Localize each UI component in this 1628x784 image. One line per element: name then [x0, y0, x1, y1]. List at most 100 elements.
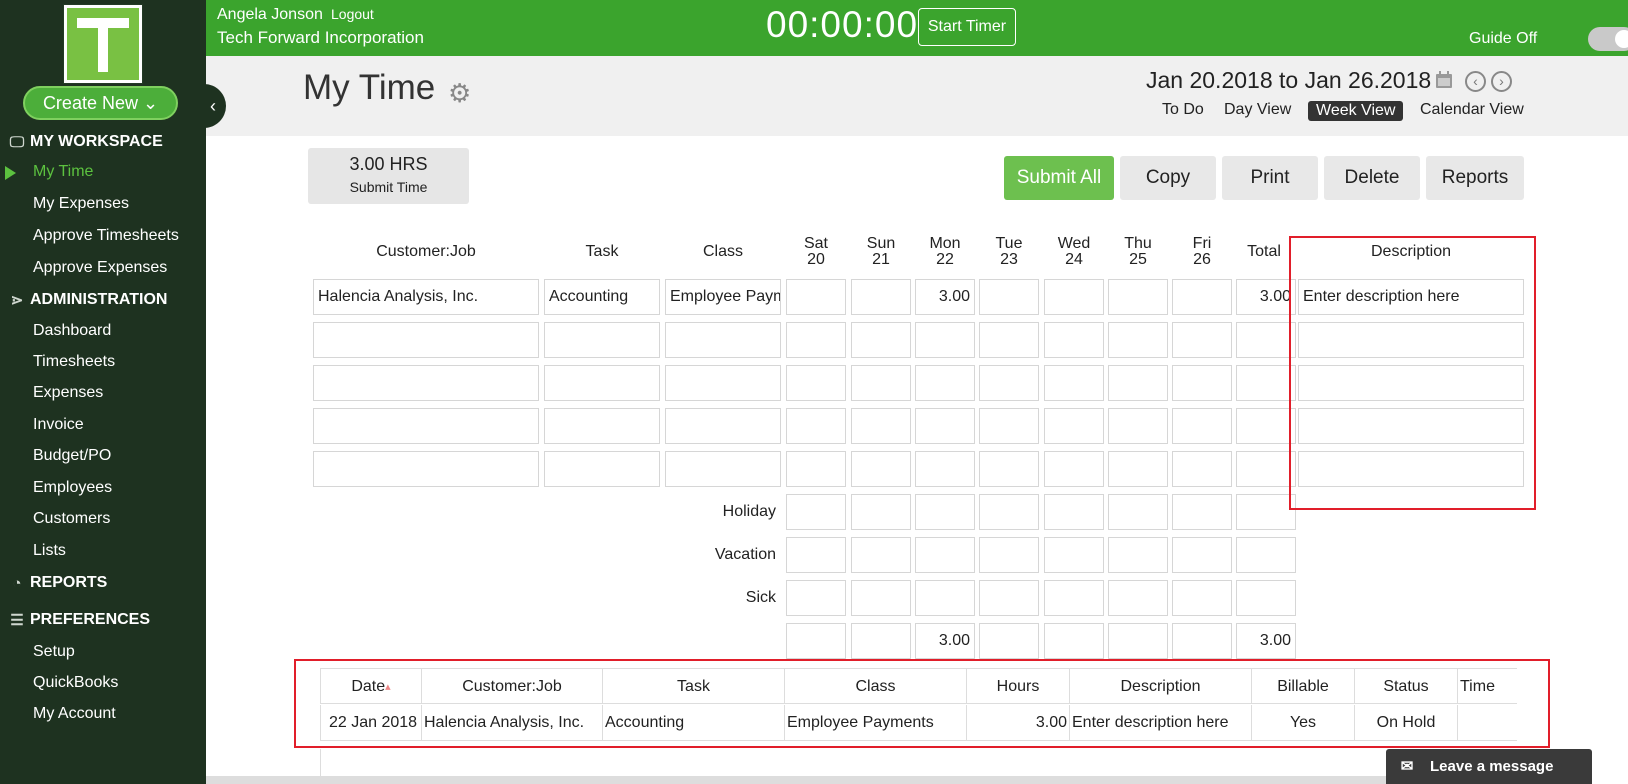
th-date[interactable]: Date▴ — [320, 668, 422, 704]
input-fri-row1[interactable] — [1172, 279, 1232, 315]
input-sick-sun[interactable] — [851, 580, 911, 616]
input-thu-row4[interactable] — [1108, 408, 1168, 444]
input-wed-row4[interactable] — [1044, 408, 1104, 444]
input-vacation-thu[interactable] — [1108, 537, 1168, 573]
input-mon-row3[interactable] — [915, 365, 975, 401]
input-vacation-wed[interactable] — [1044, 537, 1104, 573]
input-thu-row5[interactable] — [1108, 451, 1168, 487]
sort-icon[interactable]: ▴ — [385, 681, 391, 693]
input-holiday-fri[interactable] — [1172, 494, 1232, 530]
input-sick-fri[interactable] — [1172, 580, 1232, 616]
input-sat-row2[interactable] — [786, 322, 846, 358]
input-description-row1[interactable]: Enter description here — [1298, 279, 1524, 315]
sidebar-item-lists[interactable]: Lists — [33, 539, 66, 563]
input-holiday-tue[interactable] — [979, 494, 1039, 530]
input-class-row5[interactable] — [665, 451, 781, 487]
sidebar-item-my-account[interactable]: My Account — [33, 702, 116, 726]
input-holiday-mon[interactable] — [915, 494, 975, 530]
input-holiday-sat[interactable] — [786, 494, 846, 530]
input-sun-row4[interactable] — [851, 408, 911, 444]
print-button[interactable]: Print — [1222, 156, 1318, 200]
th-status[interactable]: Status — [1355, 668, 1458, 704]
input-mon-row5[interactable] — [915, 451, 975, 487]
input-wed-row3[interactable] — [1044, 365, 1104, 401]
calendar-icon[interactable] — [1435, 71, 1453, 89]
input-sat-row5[interactable] — [786, 451, 846, 487]
sidebar-item-timesheets[interactable]: Timesheets — [33, 350, 115, 374]
th-billable[interactable]: Billable — [1252, 668, 1355, 704]
input-task-row5[interactable] — [544, 451, 660, 487]
input-sun-row5[interactable] — [851, 451, 911, 487]
input-holiday-sun[interactable] — [851, 494, 911, 530]
sidebar-item-employees[interactable]: Employees — [33, 476, 112, 500]
input-vacation-tue[interactable] — [979, 537, 1039, 573]
input-tue-row1[interactable] — [979, 279, 1039, 315]
input-tue-row3[interactable] — [979, 365, 1039, 401]
input-fri-row2[interactable] — [1172, 322, 1232, 358]
input-class-row3[interactable] — [665, 365, 781, 401]
input-class-row4[interactable] — [665, 408, 781, 444]
input-wed-row2[interactable] — [1044, 322, 1104, 358]
input-mon-row4[interactable] — [915, 408, 975, 444]
tab-todo[interactable]: To Do — [1162, 101, 1204, 119]
sidebar-item-my-time[interactable]: My Time — [33, 160, 93, 184]
input-holiday-wed[interactable] — [1044, 494, 1104, 530]
next-week-icon[interactable]: › — [1491, 71, 1512, 92]
prev-week-icon[interactable]: ‹ — [1465, 71, 1486, 92]
start-timer-button[interactable]: Start Timer — [918, 8, 1016, 46]
logout-link[interactable]: Logout — [331, 6, 374, 22]
input-fri-row3[interactable] — [1172, 365, 1232, 401]
th-task[interactable]: Task — [603, 668, 785, 704]
th-class[interactable]: Class — [785, 668, 967, 704]
input-class-row2[interactable] — [665, 322, 781, 358]
input-customer_job-row1[interactable]: Halencia Analysis, Inc. — [313, 279, 539, 315]
tab-day-view[interactable]: Day View — [1224, 101, 1291, 119]
input-task-row1[interactable]: Accounting — [544, 279, 660, 315]
table-row[interactable]: 22 Jan 2018 Halencia Analysis, Inc. Accoun… — [320, 705, 1517, 741]
tab-week-view[interactable]: Week View — [1308, 101, 1404, 121]
input-sun-row3[interactable] — [851, 365, 911, 401]
input-task-row4[interactable] — [544, 408, 660, 444]
input-mon-row2[interactable] — [915, 322, 975, 358]
input-task-row3[interactable] — [544, 365, 660, 401]
guide-toggle[interactable] — [1588, 27, 1628, 51]
sidebar-item-quickbooks[interactable]: QuickBooks — [33, 671, 118, 695]
input-customer_job-row2[interactable] — [313, 322, 539, 358]
input-wed-row5[interactable] — [1044, 451, 1104, 487]
input-sat-row1[interactable] — [786, 279, 846, 315]
input-fri-row4[interactable] — [1172, 408, 1232, 444]
gear-icon[interactable]: ⚙ — [448, 78, 471, 109]
input-sick-tue[interactable] — [979, 580, 1039, 616]
input-vacation-mon[interactable] — [915, 537, 975, 573]
input-tue-row2[interactable] — [979, 322, 1039, 358]
sidebar-item-my-expenses[interactable]: My Expenses — [33, 192, 129, 216]
input-vacation-fri[interactable] — [1172, 537, 1232, 573]
input-task-row2[interactable] — [544, 322, 660, 358]
copy-button[interactable]: Copy — [1120, 156, 1216, 200]
input-wed-row1[interactable] — [1044, 279, 1104, 315]
sidebar-item-invoice[interactable]: Invoice — [33, 413, 84, 437]
input-vacation-sun[interactable] — [851, 537, 911, 573]
horizontal-scrollbar[interactable] — [206, 776, 1386, 784]
input-fri-row5[interactable] — [1172, 451, 1232, 487]
input-sick-thu[interactable] — [1108, 580, 1168, 616]
sidebar-item-approve-expenses[interactable]: Approve Expenses — [33, 256, 167, 280]
input-description-row2[interactable] — [1298, 322, 1524, 358]
sidebar-item-customers[interactable]: Customers — [33, 507, 110, 531]
create-new-button[interactable]: Create New ⌄ — [23, 86, 178, 120]
input-holiday-thu[interactable] — [1108, 494, 1168, 530]
reports-button[interactable]: Reports — [1426, 156, 1524, 200]
input-sat-row3[interactable] — [786, 365, 846, 401]
input-sat-row4[interactable] — [786, 408, 846, 444]
delete-button[interactable]: Delete — [1324, 156, 1420, 200]
input-customer_job-row3[interactable] — [313, 365, 539, 401]
input-description-row3[interactable] — [1298, 365, 1524, 401]
sidebar-item-dashboard[interactable]: Dashboard — [33, 319, 111, 343]
input-sun-row2[interactable] — [851, 322, 911, 358]
input-sick-sat[interactable] — [786, 580, 846, 616]
input-tue-row5[interactable] — [979, 451, 1039, 487]
input-description-row4[interactable] — [1298, 408, 1524, 444]
sidebar-item-setup[interactable]: Setup — [33, 640, 75, 664]
submit-time-summary[interactable]: 3.00 HRS Submit Time — [308, 148, 469, 204]
input-thu-row2[interactable] — [1108, 322, 1168, 358]
